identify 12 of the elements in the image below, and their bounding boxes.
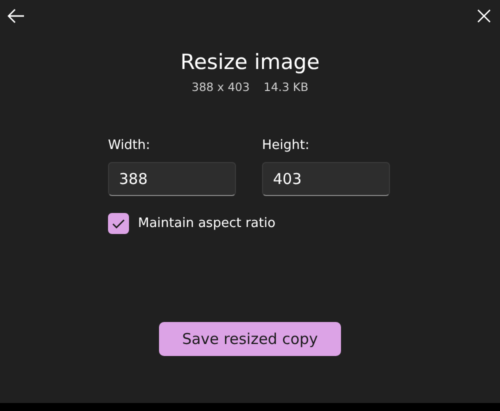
- close-icon: [476, 8, 492, 24]
- input-field[interactable]: 403: [262, 162, 390, 196]
- dialog-title: Resize image: [179, 50, 321, 74]
- field-label: Width:: [108, 138, 152, 153]
- checkmark-icon: [112, 218, 125, 228]
- save-button[interactable]: Save resized copy: [159, 322, 341, 356]
- file-size: 14.3 KB: [264, 80, 308, 94]
- checkbox[interactable]: [108, 213, 129, 234]
- input-field[interactable]: 388: [108, 162, 236, 196]
- checkbox-label: Maintain aspect ratio: [138, 216, 276, 231]
- image-dimensions: 388 x 403: [192, 80, 250, 94]
- field-label: Height:: [262, 138, 310, 153]
